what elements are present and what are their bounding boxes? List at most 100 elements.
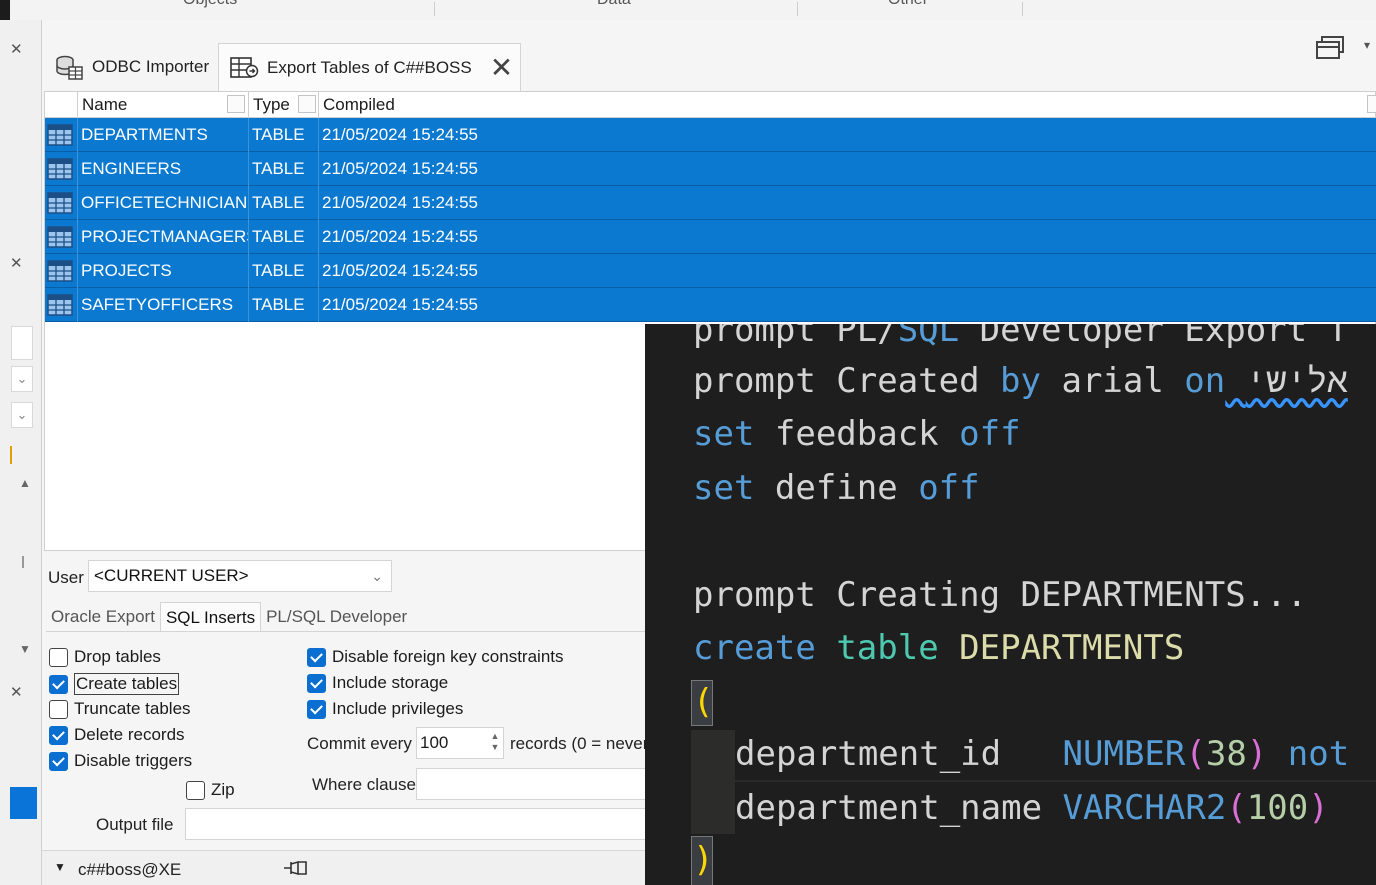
commit-every-label: Commit every [307,734,412,753]
table-row[interactable]: PROJECTMANAGERS TABLE 21/05/2024 15:24:5… [45,220,1376,254]
table-row[interactable]: SAFETYOFFICERS TABLE 21/05/2024 15:24:55 [45,288,1376,322]
table-row[interactable]: OFFICETECHNICIANS TABLE 21/05/2024 15:24… [45,186,1376,220]
checkbox-label: Truncate tables [74,699,191,718]
column-filter-box[interactable] [298,95,316,113]
tab-sql-inserts[interactable]: SQL Inserts [159,602,262,632]
column-filter-box[interactable] [1367,95,1376,113]
tab-oracle-export[interactable]: Oracle Export [46,602,160,632]
left-side-panel: ✕ ✕ ⌄ ⌄ ▲ ▼ ✕ [0,20,42,885]
scroll-down-icon[interactable]: ▼ [19,642,31,656]
code-token: not [1287,734,1350,774]
include-privileges-checkbox[interactable]: Include privileges [307,699,463,719]
code-line: department_id NUMBER(38) not [735,730,1349,778]
side-input-box[interactable] [11,326,33,360]
disable-triggers-checkbox[interactable]: Disable triggers [49,751,192,771]
side-marker [10,446,12,464]
connection-label[interactable]: c##boss@XE [78,860,181,880]
checkbox-box[interactable] [49,674,68,694]
checkbox-box[interactable] [49,647,68,667]
checkbox-box[interactable] [186,780,205,800]
side-active-indicator[interactable] [10,787,37,819]
data-header[interactable]: Data [597,0,631,9]
cell-compiled: 21/05/2024 15:24:55 [318,288,1376,322]
checkbox-box[interactable] [307,699,326,719]
checkbox-box[interactable] [49,725,68,745]
commit-every-input[interactable]: 100 ▲ ▼ [416,727,504,759]
disable-fk-constraints-checkbox[interactable]: Disable foreign key constraints [307,647,564,667]
code-token: 100 [1246,788,1309,828]
table-row[interactable]: PROJECTS TABLE 21/05/2024 15:24:55 [45,254,1376,288]
table-icon [47,226,73,248]
objects-header[interactable]: Objects [183,0,237,9]
code-editor[interactable]: prompt PL/SQL Developer Export T prompt … [645,324,1376,885]
close-icon[interactable]: ✕ [10,40,23,58]
chevron-down-icon[interactable]: ⌄ [11,366,33,392]
code-token: אלישי [1225,361,1348,401]
column-header-compiled[interactable]: Compiled [318,92,1358,118]
tab-plsql-developer[interactable]: PL/SQL Developer [261,602,412,632]
current-line-highlight [735,780,1376,782]
chevron-down-icon[interactable]: ⌄ [11,402,33,428]
code-line: ( [693,678,713,726]
code-token: ( [693,682,714,722]
header-separator [797,2,798,16]
cell-compiled: 21/05/2024 15:24:55 [318,220,1376,254]
code-token: set [693,414,755,454]
checkbox-box[interactable] [49,699,68,719]
code-token: define [754,468,919,508]
code-token: off [959,414,1021,454]
checkbox-box[interactable] [49,751,68,771]
indent-guide [691,730,735,834]
code-token: prompt Creating DEPARTMENTS... [693,575,1308,615]
cell-type: TABLE [248,118,318,152]
close-icon[interactable]: ✕ [10,683,23,701]
table-row[interactable]: ENGINEERS TABLE 21/05/2024 15:24:55 [45,152,1376,186]
spinner-icon[interactable]: ▲ ▼ [489,731,501,753]
table-row[interactable]: DEPARTMENTS TABLE 21/05/2024 15:24:55 [45,118,1376,152]
code-token: ( [1226,788,1247,828]
create-tables-checkbox[interactable]: Create tables [49,673,180,695]
code-line: prompt Created by arial on אלישי [693,357,1348,405]
window-restore-icon[interactable] [1314,34,1346,60]
where-clause-input[interactable] [416,768,656,800]
checkbox-label: Zip [211,780,235,799]
column-header-type[interactable]: Type [248,92,298,118]
truncate-tables-checkbox[interactable]: Truncate tables [49,699,191,719]
zip-checkbox[interactable]: Zip [186,780,235,800]
code-token: DEPARTMENTS [959,628,1185,668]
tab-odbc-importer[interactable]: ODBC Importer [50,43,218,91]
code-token: VARCHAR2 [1062,788,1227,828]
output-file-input[interactable] [185,808,655,840]
include-storage-checkbox[interactable]: Include storage [307,673,448,693]
column-filter-box[interactable] [227,95,245,113]
pin-icon[interactable] [282,857,308,879]
close-icon[interactable]: ✕ [10,254,23,272]
tab-export-tables[interactable]: Export Tables of C##BOSS ✕ [218,43,521,91]
drop-tables-checkbox[interactable]: Drop tables [49,647,161,667]
checkbox-box[interactable] [307,673,326,693]
user-select[interactable]: <CURRENT USER> ⌄ [88,560,392,592]
collapse-triangle-icon[interactable]: ▼ [54,860,66,874]
column-header-name[interactable]: Name [77,92,227,118]
code-line: set feedback off [693,410,1021,458]
cell-compiled: 21/05/2024 15:24:55 [318,152,1376,186]
code-token: ) [1308,788,1329,828]
code-token: table [836,628,939,668]
close-tab-icon[interactable]: ✕ [490,53,513,82]
delete-records-checkbox[interactable]: Delete records [49,725,185,745]
where-clause-label: Where clause [312,775,416,794]
code-token: NUMBER [1062,734,1186,774]
chevron-down-icon[interactable]: ▾ [1364,38,1370,52]
chevron-down-icon[interactable]: ⌄ [371,561,383,591]
table-icon [47,294,73,316]
side-divider [22,556,24,568]
grid-header: Name Type Compiled [45,92,1376,118]
code-line: prompt Creating DEPARTMENTS... [693,571,1307,619]
checkbox-box[interactable] [307,647,326,667]
code-token: SQL [897,324,960,350]
code-token: off [918,468,980,508]
settings-tabs-divider [46,631,646,632]
scroll-up-icon[interactable]: ▲ [19,476,31,490]
checkbox-label: Drop tables [74,647,161,666]
other-header[interactable]: Other [888,0,928,9]
